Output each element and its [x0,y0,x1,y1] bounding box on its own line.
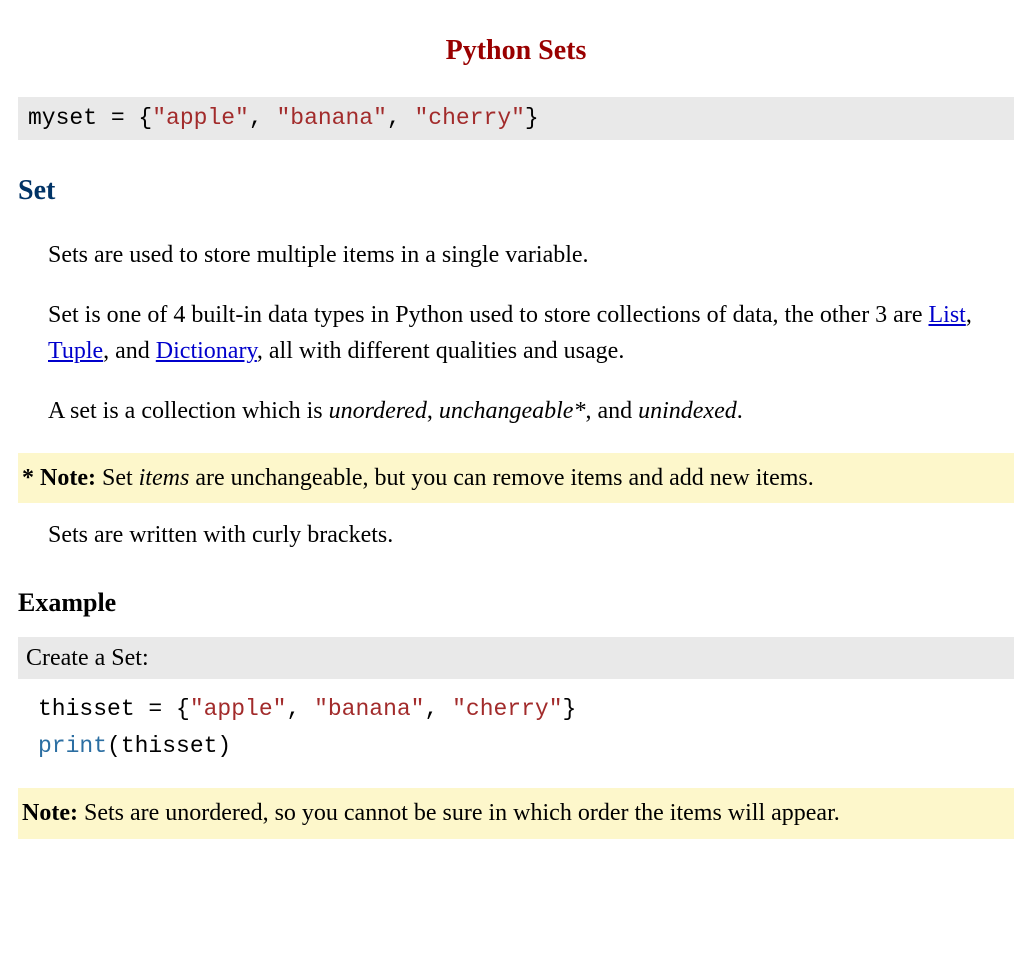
code-text: thisset = { [38,696,190,722]
paragraph-datatypes: Set is one of 4 built-in data types in P… [48,297,1014,369]
note-items-unchangeable: * Note: Set items are unchangeable, but … [18,453,1014,503]
section-heading: Set [18,170,1014,212]
text: . [737,398,743,424]
intro-code-block: myset = {"apple", "banana", "cherry"} [18,97,1014,140]
code-func: print [38,733,107,759]
code-text: , [249,105,277,131]
text: are unchangeable, but you can remove ite… [189,465,813,491]
code-text: , [424,696,452,722]
note-unordered: Note: Sets are unordered, so you cannot … [18,788,1014,838]
code-string: "banana" [314,696,424,722]
code-text: } [525,105,539,131]
text: Set [96,465,139,491]
paragraph-properties: A set is a collection which is unordered… [48,393,1014,429]
example-caption: Create a Set: [18,637,1014,679]
text: , all with different qualities and usage… [257,338,624,364]
text: , and [103,338,156,364]
example-heading: Example [18,583,1014,622]
text: A set is a collection which is [48,398,329,424]
code-string: "apple" [190,696,287,722]
code-text: myset = { [28,105,152,131]
code-string: "apple" [152,105,249,131]
text: Sets are unordered, so you cannot be sur… [78,800,840,826]
code-text: (thisset) [107,733,231,759]
code-string: "cherry" [452,696,562,722]
text: , [966,302,972,328]
code-string: "banana" [276,105,386,131]
note-label: Note: [22,800,78,826]
code-text: , [387,105,415,131]
code-string: "cherry" [415,105,525,131]
text: , [427,398,439,424]
em-unchangeable: unchangeable* [439,398,586,424]
link-tuple[interactable]: Tuple [48,338,103,364]
link-dictionary[interactable]: Dictionary [156,338,257,364]
em-items: items [139,465,190,491]
em-unordered: unordered [329,398,427,424]
code-text: , [286,696,314,722]
example-code-block: thisset = {"apple", "banana", "cherry"} … [38,691,1014,765]
paragraph-curly: Sets are written with curly brackets. [48,517,1014,553]
paragraph-intro: Sets are used to store multiple items in… [48,237,1014,273]
text: , and [585,398,638,424]
code-text: } [563,696,577,722]
em-unindexed: unindexed [638,398,737,424]
text: Set is one of 4 built-in data types in P… [48,302,928,328]
page-title: Python Sets [18,30,1014,72]
link-list[interactable]: List [928,302,965,328]
note-label: * Note: [22,465,96,491]
